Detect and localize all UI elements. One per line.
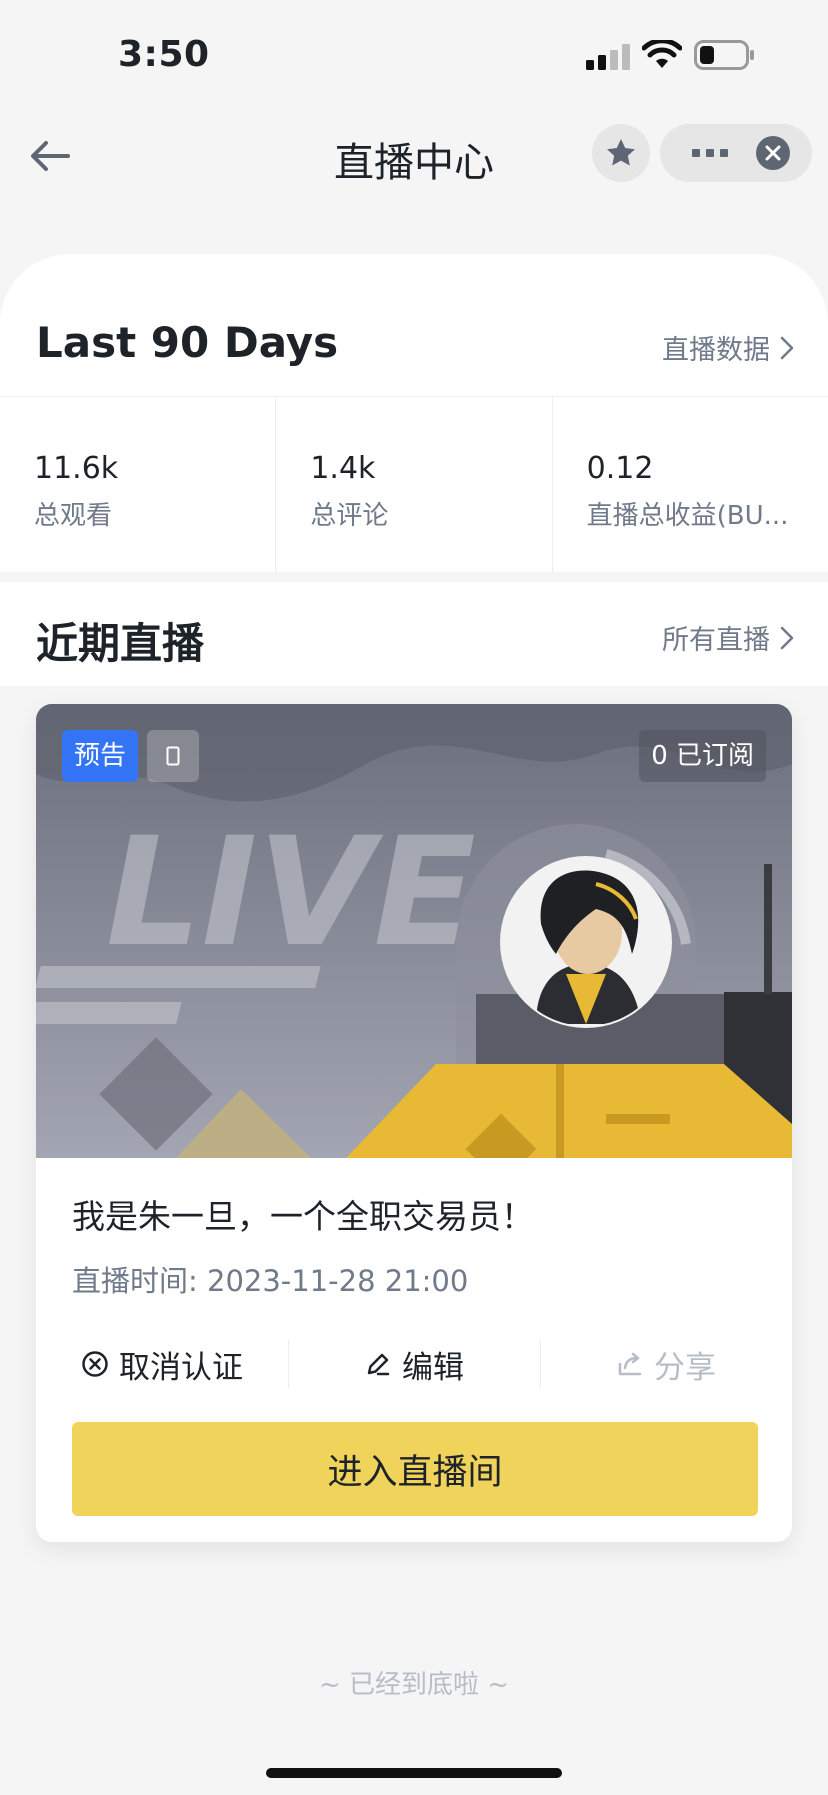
recent-live-header: 近期直播 所有直播 xyxy=(0,582,828,686)
home-indicator[interactable] xyxy=(266,1768,562,1778)
live-data-link[interactable]: 直播数据 xyxy=(662,328,794,367)
wifi-icon xyxy=(642,40,682,68)
phone-icon xyxy=(166,746,180,766)
more-dot-icon xyxy=(706,149,714,157)
cover-live-text: LIVE xyxy=(106,806,476,980)
cancel-verification-label: 取消认证 xyxy=(119,1349,243,1386)
stat-value: 1.4k xyxy=(310,451,376,486)
share-button[interactable]: 分享 xyxy=(540,1334,792,1394)
all-lives-link-label: 所有直播 xyxy=(662,625,770,656)
all-lives-link[interactable]: 所有直播 xyxy=(662,618,794,657)
cancel-circle-icon xyxy=(82,1351,108,1377)
summary-header: Last 90 Days 直播数据 xyxy=(0,254,828,397)
stat-value: 11.6k xyxy=(34,451,119,486)
enter-live-room-button[interactable]: 进入直播间 xyxy=(72,1422,758,1516)
stat-label: 总评论 xyxy=(310,501,389,531)
status-bar: 3:50 xyxy=(0,0,828,100)
stat-total-earnings: 0.12 直播总收益(BU... xyxy=(553,397,828,572)
recent-live-title: 近期直播 xyxy=(36,619,205,668)
mini-program-capsule xyxy=(660,124,812,182)
end-of-list-tip: ~ 已经到底啦 ~ xyxy=(318,1670,510,1700)
star-icon xyxy=(607,139,635,166)
status-time: 3:50 xyxy=(118,34,210,75)
favorite-button[interactable] xyxy=(592,124,650,182)
stat-label: 总观看 xyxy=(34,501,113,531)
summary-card: Last 90 Days 直播数据 11.6k 总观看 1.4k 总评论 0.1… xyxy=(0,254,828,572)
battery-icon xyxy=(694,40,754,70)
stat-value: 0.12 xyxy=(586,451,654,486)
more-dot-icon xyxy=(720,149,728,157)
live-actions: 取消认证 编辑 分享 xyxy=(36,1334,792,1394)
more-button[interactable] xyxy=(680,124,740,182)
stats-row: 11.6k 总观看 1.4k 总评论 0.12 直播总收益(BU... xyxy=(0,397,828,572)
share-label: 分享 xyxy=(654,1349,716,1386)
share-icon xyxy=(618,1352,642,1376)
more-dot-icon xyxy=(692,149,700,157)
stat-total-views: 11.6k 总观看 xyxy=(0,397,277,572)
close-icon xyxy=(765,145,781,161)
device-badge xyxy=(147,730,199,782)
live-time: 直播时间: 2023-11-28 21:00 xyxy=(72,1264,469,1298)
chevron-right-icon xyxy=(780,626,794,649)
chevron-right-icon xyxy=(780,336,794,359)
edit-button[interactable]: 编辑 xyxy=(288,1334,540,1394)
stat-total-comments: 1.4k 总评论 xyxy=(276,397,553,572)
subscriber-count-badge: 0 已订阅 xyxy=(639,730,766,782)
live-card[interactable]: LIVE 预告 0 已订阅 我是朱一旦，一个全职交易员！ 直播时间: 2023-… xyxy=(36,704,792,1542)
stat-label: 直播总收益(BU... xyxy=(586,501,789,531)
preview-badge: 预告 xyxy=(62,730,139,782)
cancel-verification-button[interactable]: 取消认证 xyxy=(36,1334,288,1394)
edit-pencil-icon xyxy=(367,1353,390,1376)
nav-bar: 直播中心 xyxy=(0,110,828,200)
cellular-signal-icon xyxy=(586,44,630,70)
close-button[interactable] xyxy=(756,136,790,170)
live-data-link-label: 直播数据 xyxy=(662,335,770,366)
summary-title: Last 90 Days xyxy=(36,318,339,367)
edit-label: 编辑 xyxy=(402,1349,464,1386)
live-title: 我是朱一旦，一个全职交易员！ xyxy=(72,1197,534,1236)
